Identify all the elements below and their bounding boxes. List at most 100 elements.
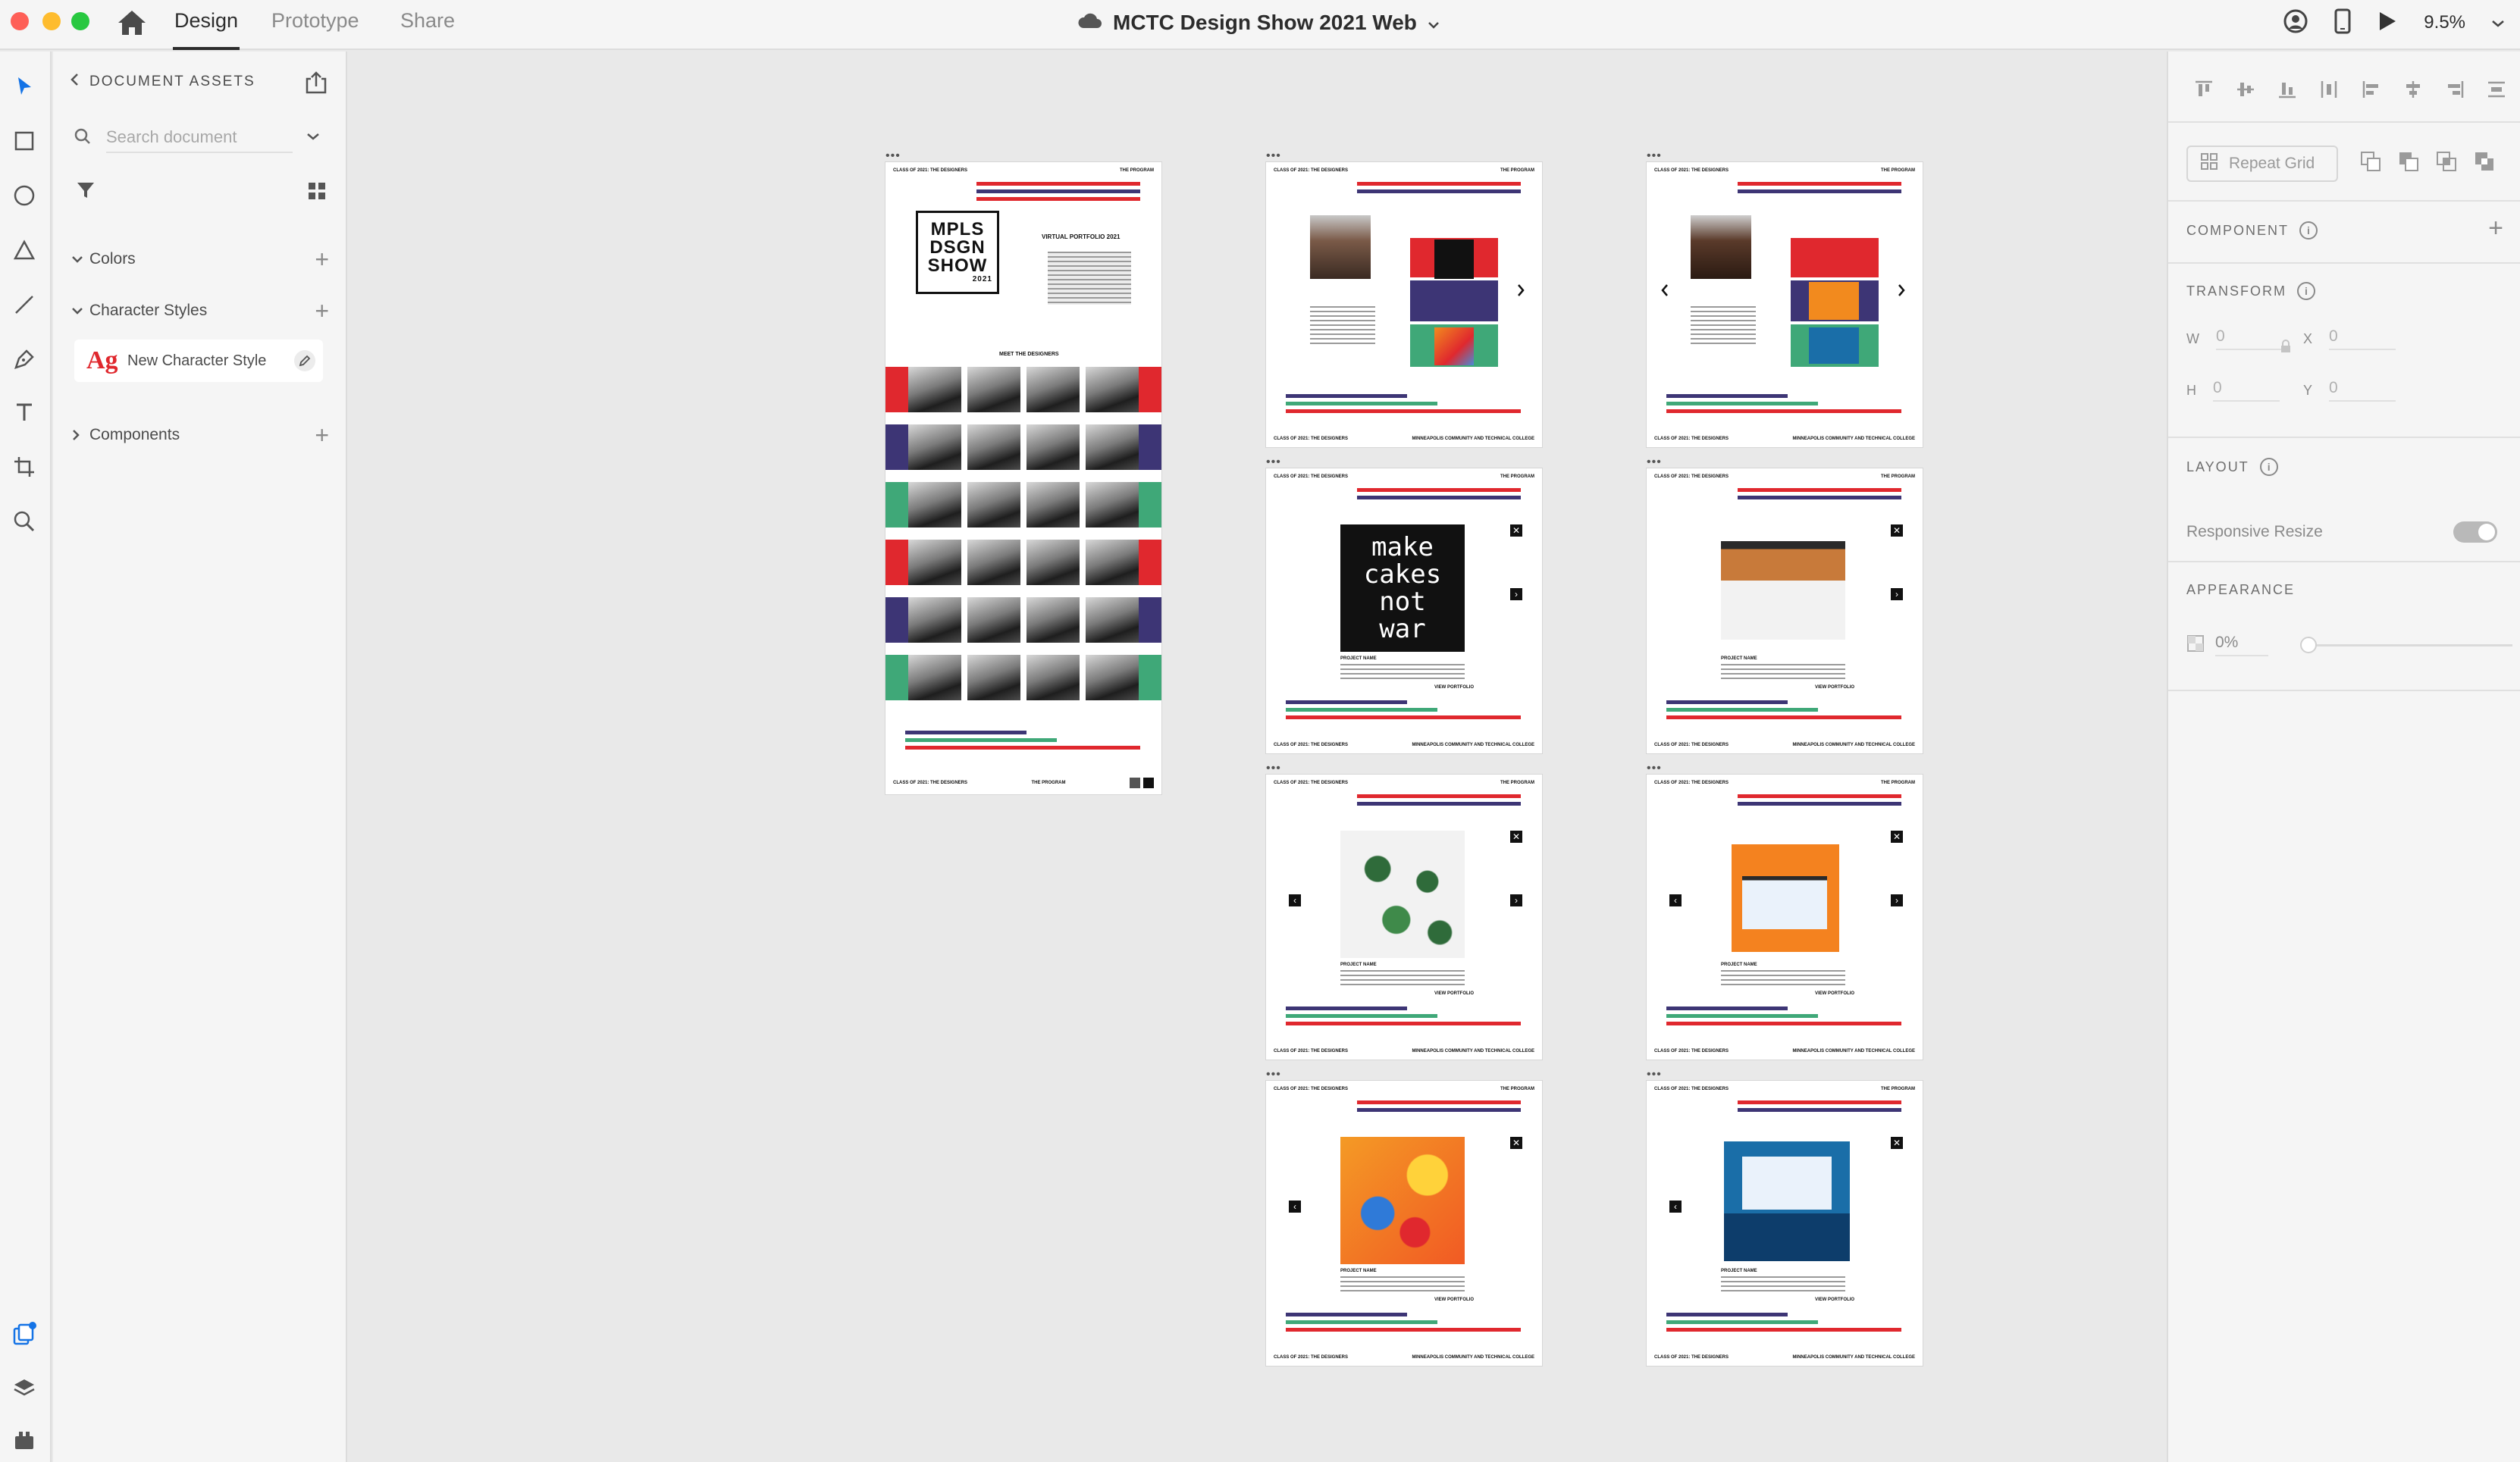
designer-photo[interactable] [908, 597, 961, 643]
x-position-field[interactable]: X 0 [2303, 327, 2396, 350]
designer-portrait[interactable] [1310, 215, 1371, 279]
boolean-exclude-icon[interactable] [2471, 149, 2497, 174]
project-website-mockup[interactable] [1721, 541, 1845, 640]
design-canvas[interactable]: ••• CLASS OF 2021: THE DESIGNERS THE PRO… [349, 52, 2165, 1462]
mobile-preview-icon[interactable] [2334, 8, 2351, 38]
prev-arrow-icon[interactable]: ‹ [1669, 1201, 1682, 1213]
designer-photo[interactable] [1026, 597, 1080, 643]
height-field[interactable]: H 0 [2186, 379, 2280, 402]
designer-photo[interactable] [1026, 482, 1080, 528]
artboard-designer-profile[interactable]: CLASS OF 2021: THE DESIGNERS THE PROGRAM… [1647, 162, 1923, 447]
designer-portrait[interactable] [1691, 215, 1751, 279]
artboard-project[interactable]: CLASS OF 2021: THE DESIGNERS THE PROGRAM … [1266, 468, 1542, 753]
artboard-project[interactable]: CLASS OF 2021: THE DESIGNERS THE PROGRAM … [1647, 775, 1923, 1060]
align-top-icon[interactable] [2191, 77, 2217, 102]
lock-icon[interactable] [2280, 340, 2291, 357]
zoom-dropdown[interactable]: 9.5% [2424, 12, 2505, 33]
ellipse-tool-icon[interactable] [9, 180, 39, 211]
artboard-project[interactable]: CLASS OF 2021: THE DESIGNERS THE PROGRAM … [1647, 468, 1923, 753]
prev-arrow-icon[interactable]: ‹ [1289, 894, 1301, 906]
minimize-window-button[interactable] [42, 12, 61, 30]
close-icon[interactable]: ✕ [1891, 524, 1903, 537]
artboard-project[interactable]: CLASS OF 2021: THE DESIGNERS THE PROGRAM … [1647, 1081, 1923, 1366]
view-portfolio-link[interactable]: VIEW PORTFOLIO [1815, 991, 1854, 996]
character-styles-section[interactable]: Character Styles + [71, 296, 329, 326]
artboard-handle[interactable]: ••• [1647, 456, 1662, 468]
view-portfolio-link[interactable]: VIEW PORTFOLIO [1434, 685, 1474, 690]
character-style-item[interactable]: Ag New Character Style [74, 340, 323, 382]
view-portfolio-link[interactable]: VIEW PORTFOLIO [1434, 1298, 1474, 1302]
x-value[interactable]: 0 [2329, 327, 2396, 350]
designer-photo[interactable] [1086, 540, 1139, 585]
add-component-icon[interactable]: + [315, 423, 329, 447]
chevron-left-icon[interactable] [70, 73, 79, 91]
export-icon[interactable] [303, 70, 329, 95]
align-left-icon[interactable] [2359, 77, 2384, 102]
designer-photo[interactable] [1026, 367, 1080, 412]
assets-panel-icon[interactable] [9, 1319, 39, 1349]
artboard-handle[interactable]: ••• [1647, 762, 1662, 775]
rectangle-tool-icon[interactable] [9, 126, 39, 156]
align-bottom-icon[interactable] [2274, 77, 2300, 102]
close-icon[interactable]: ✕ [1510, 831, 1522, 843]
add-character-style-icon[interactable]: + [315, 299, 329, 323]
designer-photo[interactable] [1086, 482, 1139, 528]
chevron-down-icon[interactable] [306, 131, 320, 145]
designer-photo[interactable] [1086, 367, 1139, 412]
next-arrow-icon[interactable]: › [1510, 588, 1522, 600]
info-icon[interactable]: i [2297, 282, 2315, 300]
next-arrow-icon[interactable]: › [1891, 894, 1903, 906]
add-color-icon[interactable]: + [315, 247, 329, 271]
layers-panel-icon[interactable] [9, 1373, 39, 1404]
view-portfolio-link[interactable]: VIEW PORTFOLIO [1815, 1298, 1854, 1302]
filter-icon[interactable] [76, 180, 96, 204]
designer-photo[interactable] [967, 367, 1020, 412]
opacity-value[interactable]: 0% [2215, 634, 2268, 656]
designer-photo[interactable] [908, 367, 961, 412]
boolean-intersect-icon[interactable] [2434, 149, 2459, 174]
project-illustration[interactable] [1340, 1137, 1465, 1264]
assets-panel-header[interactable]: DOCUMENT ASSETS [70, 73, 255, 91]
designer-photo[interactable] [1086, 424, 1139, 470]
close-icon[interactable]: ✕ [1510, 1137, 1522, 1149]
designer-photo[interactable] [967, 655, 1020, 700]
boolean-add-icon[interactable] [2358, 149, 2384, 174]
artboard-designer-profile[interactable]: CLASS OF 2021: THE DESIGNERS THE PROGRAM… [1266, 162, 1542, 447]
distribute-horizontal-icon[interactable] [2484, 77, 2509, 102]
artboard-handle[interactable]: ••• [885, 150, 901, 162]
search-input[interactable] [106, 123, 293, 153]
chevron-right-icon[interactable] [1516, 283, 1525, 301]
artboard-handle[interactable]: ••• [1266, 1069, 1281, 1081]
y-value[interactable]: 0 [2329, 379, 2396, 402]
designer-photo[interactable] [908, 540, 961, 585]
designer-photo[interactable] [1026, 655, 1080, 700]
designer-photo[interactable] [1026, 540, 1080, 585]
close-window-button[interactable] [11, 12, 29, 30]
designer-photo[interactable] [1086, 597, 1139, 643]
distribute-vertical-icon[interactable] [2316, 77, 2342, 102]
designer-photo[interactable] [967, 540, 1020, 585]
plugins-panel-icon[interactable] [9, 1425, 39, 1455]
colors-section[interactable]: Colors + [71, 244, 329, 274]
artboard-project[interactable]: CLASS OF 2021: THE DESIGNERS THE PROGRAM … [1266, 1081, 1542, 1366]
designer-photo[interactable] [908, 424, 961, 470]
designer-photo[interactable] [967, 482, 1020, 528]
info-icon[interactable]: i [2299, 221, 2318, 239]
designer-photo[interactable] [908, 482, 961, 528]
chevron-right-icon[interactable] [1897, 283, 1906, 301]
polygon-tool-icon[interactable] [9, 235, 39, 265]
close-icon[interactable]: ✕ [1891, 831, 1903, 843]
next-arrow-icon[interactable]: › [1891, 588, 1903, 600]
tab-share[interactable]: Share [400, 9, 455, 33]
artboard-handle[interactable]: ••• [1266, 456, 1281, 468]
align-middle-icon[interactable] [2233, 77, 2258, 102]
align-right-icon[interactable] [2442, 77, 2468, 102]
close-icon[interactable]: ✕ [1891, 1137, 1903, 1149]
opacity-slider-track[interactable] [2308, 644, 2512, 646]
tab-prototype[interactable]: Prototype [271, 9, 359, 33]
designer-photo[interactable] [1026, 424, 1080, 470]
home-icon[interactable] [115, 8, 149, 38]
info-icon[interactable]: i [2259, 458, 2278, 476]
close-icon[interactable]: ✕ [1510, 524, 1522, 537]
maximize-window-button[interactable] [71, 12, 89, 30]
